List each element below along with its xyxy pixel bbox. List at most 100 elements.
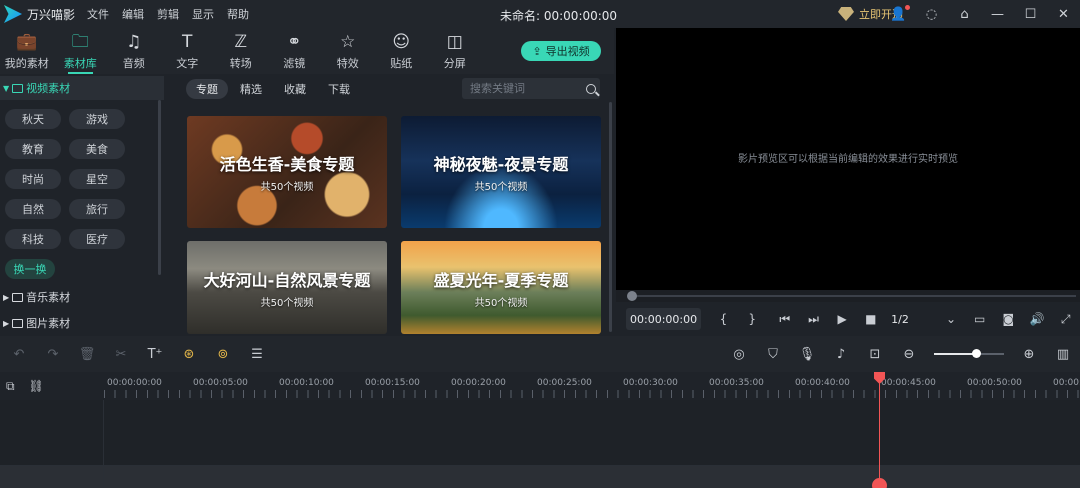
ruler-tick-label: 00:00:35:00 [709, 378, 764, 388]
tag-autumn[interactable]: 秋天 [5, 109, 61, 129]
link-icon[interactable]: ⛓ [29, 379, 44, 393]
ruler-tick-label: 00:00:00:00 [107, 378, 162, 388]
tag-starry-sky[interactable]: 星空 [69, 169, 125, 189]
music-assets-category[interactable]: ▶ 音乐素材 [0, 284, 164, 310]
fit-timeline-icon[interactable]: ⊡ [858, 347, 892, 362]
zoom-out-icon[interactable]: ⊖ [892, 347, 926, 362]
app-name: 万兴喵影 [27, 7, 76, 22]
tab-media-library[interactable]: 🗀 素材库 [54, 28, 108, 74]
sidebar-scrollbar[interactable] [158, 100, 161, 275]
tab-transition[interactable]: ℤ 转场 [214, 28, 268, 74]
ruler-ticks [104, 390, 1080, 398]
menu-view[interactable]: 显示 [192, 6, 214, 22]
menu-help[interactable]: 帮助 [227, 6, 249, 22]
tag-food[interactable]: 美食 [69, 139, 125, 159]
tab-split-screen[interactable]: ◫ 分屏 [428, 28, 482, 74]
tab-sticker[interactable]: ☺ 贴纸 [375, 28, 429, 74]
search-icon[interactable] [586, 83, 596, 94]
title-bar: 万兴喵影 文件 编辑 剪辑 显示 帮助 未命名: 00:00:00:00 立即开… [0, 0, 1080, 28]
next-frame-icon[interactable]: ⏭ [799, 312, 828, 327]
tab-label: 文字 [176, 57, 199, 70]
tag-games[interactable]: 游戏 [69, 109, 125, 129]
subtab-favorites[interactable]: 收藏 [274, 79, 316, 99]
video-assets-category[interactable]: ▼ 视频素材 [0, 76, 164, 100]
microphone-icon[interactable]: 🎙 [790, 347, 824, 362]
video-track[interactable] [0, 400, 1080, 466]
adjust-sliders-icon[interactable]: ☰ [240, 347, 274, 362]
collection-card-landscape[interactable]: 大好河山-自然风景专题 共50个视频 [187, 241, 387, 334]
store-icon[interactable]: ⌂ [948, 0, 981, 28]
timeline-tracks[interactable] [0, 400, 1080, 488]
delete-icon[interactable]: 🗑 [70, 347, 104, 362]
tab-audio[interactable]: ♫ 音频 [107, 28, 161, 74]
add-text-icon[interactable]: T⁺ [138, 347, 172, 362]
tab-my-media[interactable]: 💼 我的素材 [0, 28, 54, 74]
collection-card-night[interactable]: 神秘夜魅-夜景专题 共50个视频 [401, 116, 601, 228]
account-icon[interactable]: 👤 [882, 0, 915, 28]
export-video-button[interactable]: ⇪ 导出视频 [521, 41, 601, 61]
caret-right-icon: ▶ [3, 318, 10, 328]
tag-tech[interactable]: 科技 [5, 229, 61, 249]
close-icon[interactable]: ✕ [1047, 0, 1080, 28]
add-track-icon[interactable]: ⧉ [6, 379, 15, 394]
fullscreen-icon[interactable]: ⤢ [1051, 312, 1080, 327]
snapshot-camera-icon[interactable]: ◙ [994, 312, 1023, 326]
previous-frame-icon[interactable]: ⏮ [770, 312, 799, 327]
image-assets-category[interactable]: ▶ 图片素材 [0, 310, 164, 336]
audio-track[interactable] [0, 466, 1080, 488]
tab-filter[interactable]: ⚭ 滤镜 [268, 28, 322, 74]
audio-sync-icon[interactable]: ⊚ [206, 347, 240, 362]
preview-progress-bar[interactable] [616, 290, 1080, 302]
redo-icon[interactable]: ↷ [36, 347, 70, 362]
split-screen-icon: ◫ [446, 32, 463, 52]
panel-layout-icon[interactable]: ▥ [1046, 347, 1080, 362]
minimize-icon[interactable]: — [981, 0, 1014, 28]
maximize-icon[interactable]: ☐ [1014, 0, 1047, 28]
timeline-ruler[interactable]: ⧉ ⛓ 00:00:00:00 00:00:05:00 00:00:10:00 … [0, 372, 1080, 400]
progress-knob[interactable] [627, 291, 637, 301]
preview-quality-select[interactable]: 1/2 [891, 313, 936, 326]
display-icon[interactable]: ▭ [965, 312, 994, 326]
search-input[interactable] [470, 82, 578, 95]
subtab-topics[interactable]: 专题 [186, 79, 228, 99]
subtab-downloads[interactable]: 下载 [318, 79, 360, 99]
ruler-tick-label: 00:00:30:00 [623, 378, 678, 388]
collection-card-food[interactable]: 活色生香-美食专题 共50个视频 [187, 116, 387, 228]
library-scrollbar[interactable] [609, 102, 612, 332]
speed-icon[interactable]: ⊛ [172, 347, 206, 362]
marker-shield-icon[interactable]: ⛉ [756, 347, 790, 362]
track-header-column [0, 400, 104, 488]
tag-education[interactable]: 教育 [5, 139, 61, 159]
render-preview-icon[interactable]: ◎ [722, 347, 756, 362]
menu-file[interactable]: 文件 [87, 6, 109, 22]
playhead-bottom-knob[interactable] [872, 478, 887, 488]
track-controls: ⧉ ⛓ [0, 372, 104, 400]
menu-edit[interactable]: 编辑 [122, 6, 144, 22]
volume-icon[interactable]: 🔊 [1023, 312, 1052, 326]
mark-out-icon[interactable]: } [738, 312, 767, 326]
play-icon[interactable]: ▶ [828, 312, 857, 326]
mark-in-icon[interactable]: { [709, 312, 738, 326]
zoom-slider[interactable] [934, 348, 1004, 360]
collection-card-summer[interactable]: 盛夏光年-夏季专题 共50个视频 [401, 241, 601, 334]
refresh-tags-button[interactable]: 换一换 [5, 259, 55, 279]
tag-nature[interactable]: 自然 [5, 199, 61, 219]
folder-icon [12, 83, 24, 93]
window-controls: 👤 ◌ ⌂ — ☐ ✕ [882, 0, 1080, 28]
zoom-in-icon[interactable]: ⊕ [1012, 347, 1046, 362]
tag-medical[interactable]: 医疗 [69, 229, 125, 249]
cut-icon[interactable]: ✂ [104, 347, 138, 362]
menu-clip[interactable]: 剪辑 [157, 6, 179, 22]
playhead-line[interactable] [879, 374, 880, 488]
stop-icon[interactable]: ■ [857, 312, 886, 326]
tab-text[interactable]: T 文字 [161, 28, 215, 74]
feedback-icon[interactable]: ◌ [915, 0, 948, 28]
audio-mixer-icon[interactable]: ♪ [824, 347, 858, 362]
tag-fashion[interactable]: 时尚 [5, 169, 61, 189]
subtab-featured[interactable]: 精选 [230, 79, 272, 99]
tab-effects[interactable]: ☆ 特效 [321, 28, 375, 74]
tag-travel[interactable]: 旅行 [69, 199, 125, 219]
zoom-knob[interactable] [972, 349, 981, 358]
chevron-down-icon[interactable]: ⌄ [937, 312, 966, 326]
undo-icon[interactable]: ↶ [2, 347, 36, 362]
